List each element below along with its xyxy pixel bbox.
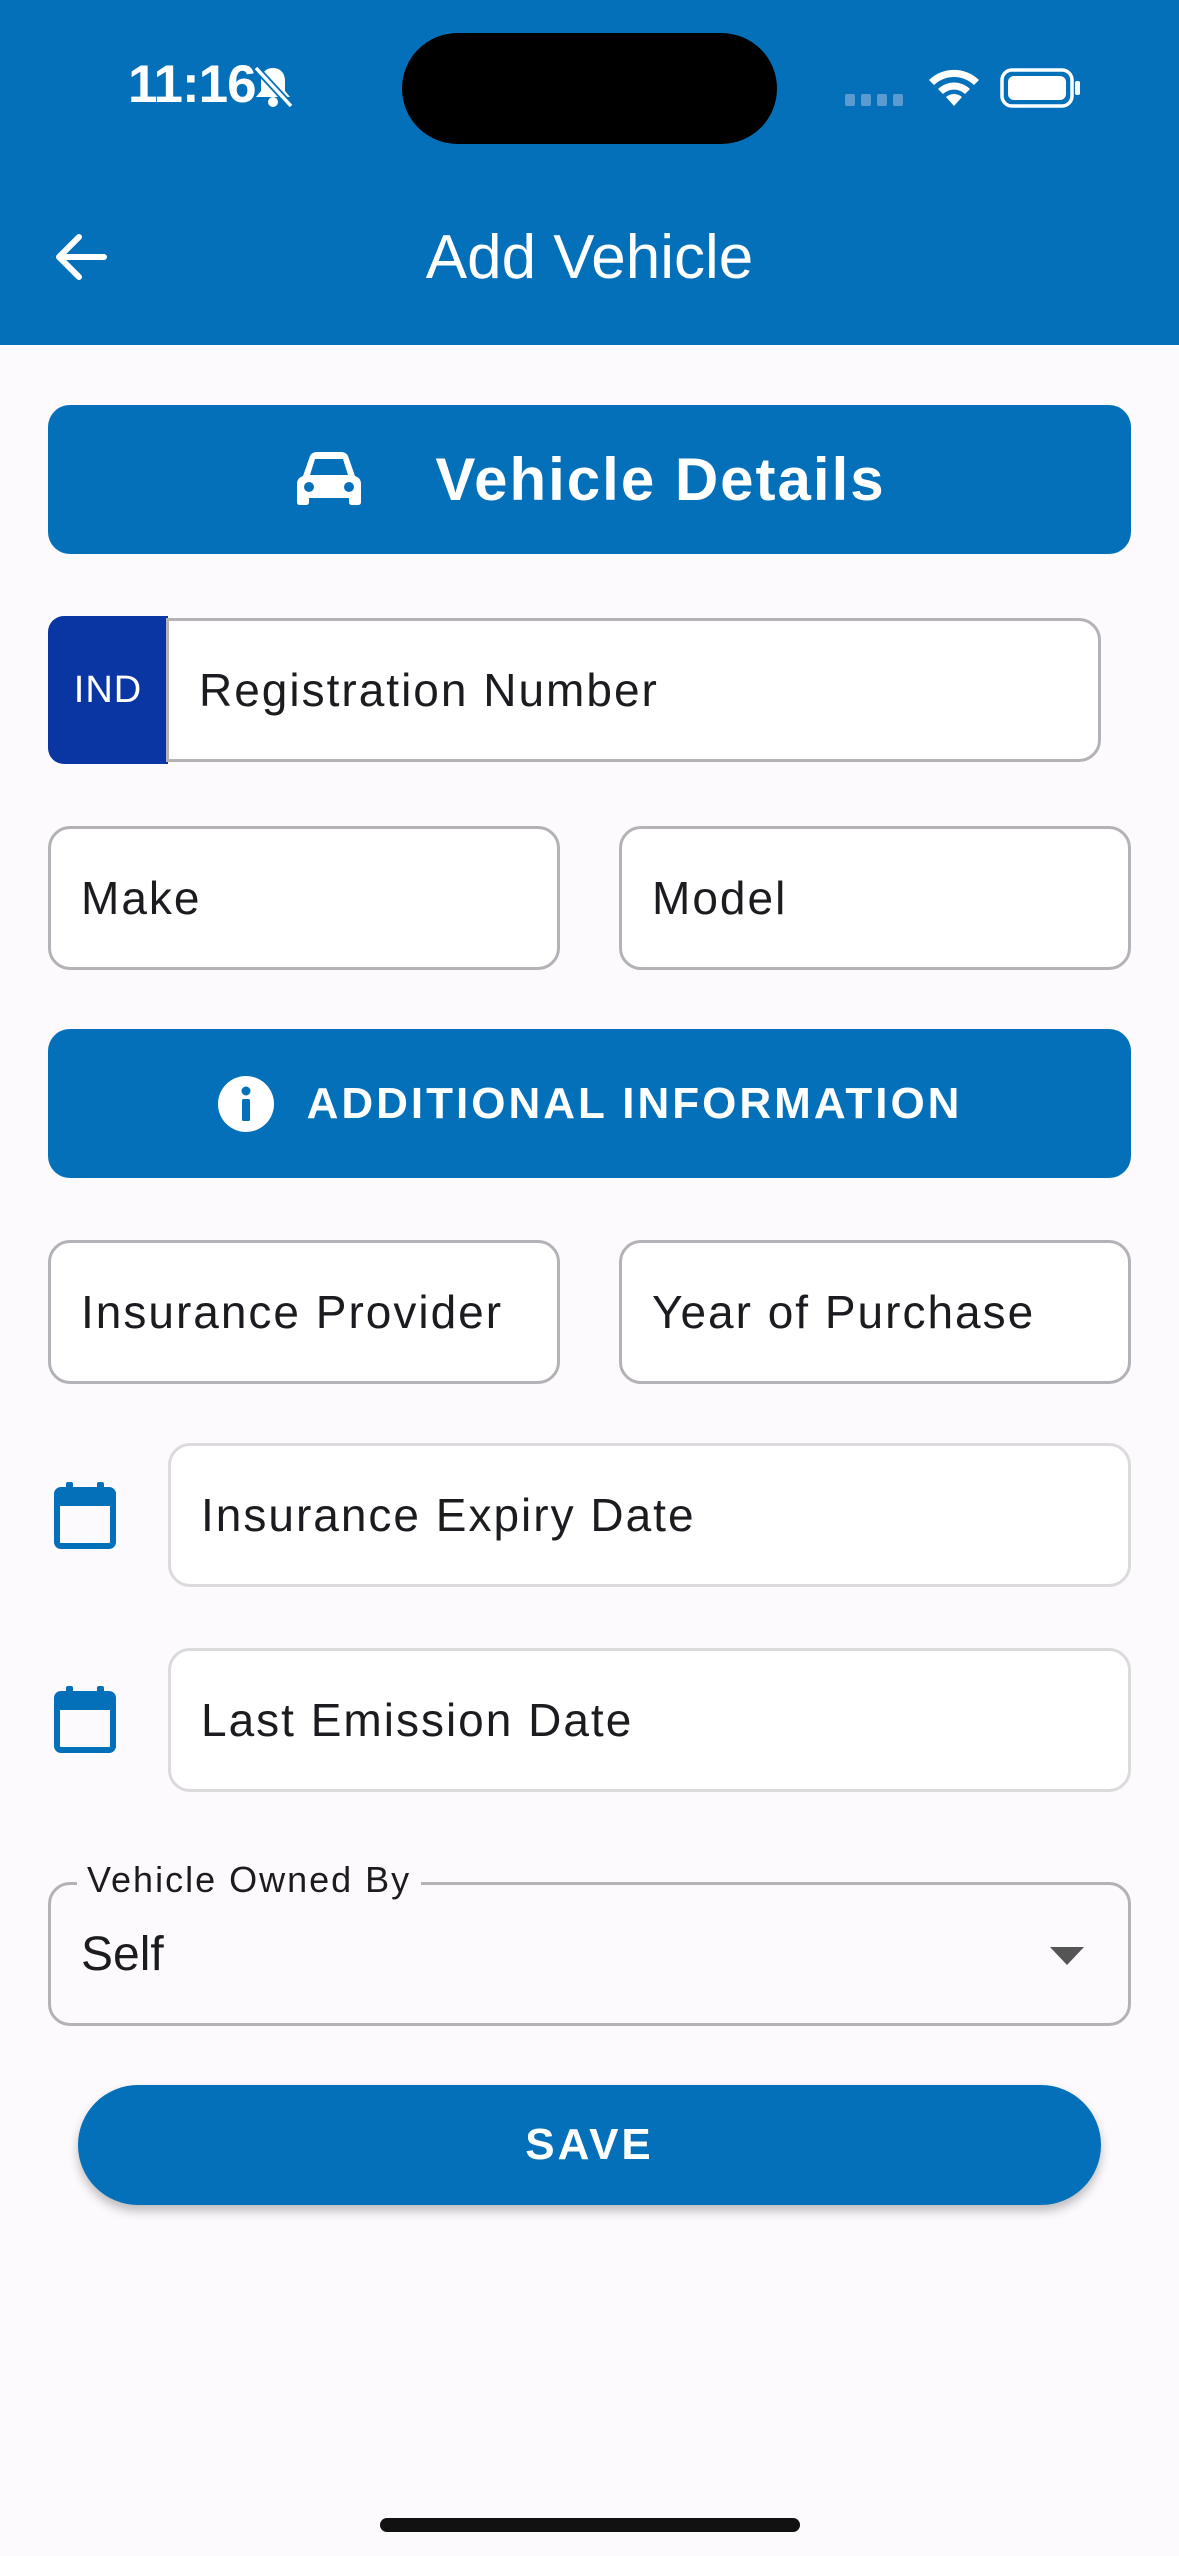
- cellular-signal-icon: [845, 94, 903, 106]
- battery-icon: [1000, 68, 1080, 108]
- vehicle-owned-by-dropdown[interactable]: Vehicle Owned By Self: [48, 1859, 1131, 2026]
- model-placeholder: Model: [652, 872, 788, 924]
- year-placeholder: Year of Purchase: [652, 1286, 1036, 1338]
- insurance-expiry-date-input[interactable]: Insurance Expiry Date: [168, 1443, 1131, 1587]
- wifi-icon: [929, 69, 979, 106]
- year-of-purchase-input[interactable]: Year of Purchase: [619, 1240, 1131, 1384]
- vehicle-details-section-header: Vehicle Details: [48, 405, 1131, 554]
- home-indicator[interactable]: [380, 2518, 800, 2532]
- app-bar: 11:16 Add Vehicle: [0, 0, 1179, 345]
- last-emission-date-input[interactable]: Last Emission Date: [168, 1648, 1131, 1792]
- model-input[interactable]: Model: [619, 826, 1131, 970]
- dropdown-arrow-icon: [1050, 1947, 1084, 1965]
- bell-muted-icon: [253, 65, 294, 109]
- insurance-provider-input[interactable]: Insurance Provider: [48, 1240, 560, 1384]
- insurance-provider-placeholder: Insurance Provider: [81, 1286, 504, 1338]
- dynamic-island: [402, 33, 777, 144]
- emission-date-placeholder: Last Emission Date: [201, 1694, 634, 1746]
- country-code-badge: IND: [48, 616, 168, 764]
- registration-number-input[interactable]: Registration Number: [166, 618, 1101, 762]
- additional-information-section-header: ADDITIONAL INFORMATION: [48, 1029, 1131, 1178]
- make-input[interactable]: Make: [48, 826, 560, 970]
- calendar-icon[interactable]: [52, 1480, 118, 1550]
- section-title: Vehicle Details: [435, 446, 886, 513]
- dropdown-label: Vehicle Owned By: [77, 1859, 422, 1901]
- status-time: 11:16: [128, 55, 257, 114]
- registration-placeholder: Registration Number: [199, 664, 659, 716]
- page-title: Add Vehicle: [425, 223, 754, 292]
- car-icon: [297, 451, 362, 505]
- make-placeholder: Make: [81, 872, 202, 924]
- insurance-expiry-placeholder: Insurance Expiry Date: [201, 1489, 696, 1541]
- dropdown-selected-value: Self: [81, 1928, 164, 1981]
- save-button[interactable]: SAVE: [78, 2085, 1101, 2205]
- info-icon: [217, 1075, 274, 1132]
- section-title: ADDITIONAL INFORMATION: [306, 1078, 963, 1128]
- calendar-icon[interactable]: [52, 1684, 118, 1754]
